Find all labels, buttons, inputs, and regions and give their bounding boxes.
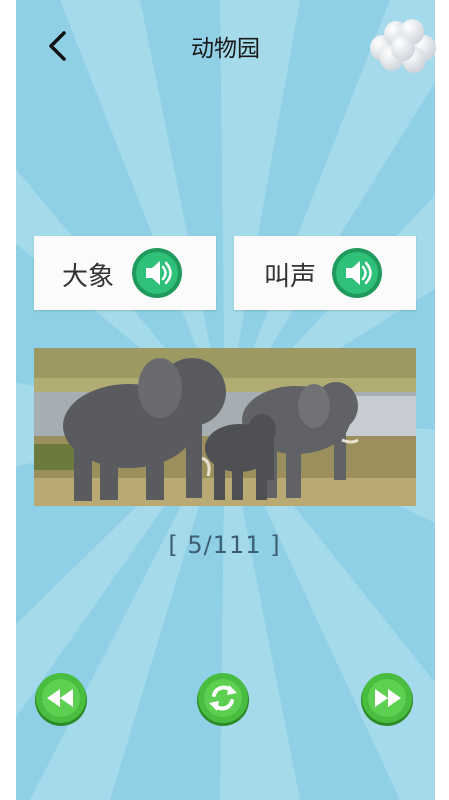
speaker-icon [332, 248, 382, 298]
play-word-button[interactable] [131, 247, 183, 299]
balloon-button[interactable] [368, 12, 438, 78]
speaker-icon [132, 248, 182, 298]
sound-card: 叫声 [234, 236, 416, 310]
top-bar: 动物园 [16, 0, 438, 92]
next-button[interactable] [359, 671, 415, 727]
left-edge [0, 0, 16, 800]
rewind-icon [35, 673, 87, 726]
replay-button[interactable] [195, 671, 251, 727]
word-card: 大象 [34, 236, 216, 310]
replay-icon [197, 673, 249, 726]
balloons-icon [370, 19, 436, 73]
elephant-illustration [34, 348, 416, 506]
sound-label: 叫声 [264, 262, 317, 292]
previous-button[interactable] [33, 671, 89, 727]
page-counter: [ 5/111 ] [168, 531, 281, 559]
fast-forward-icon [361, 673, 413, 726]
zoo-screen: 动物园 大象 叫声 [5/111] [0, 0, 449, 800]
play-sound-button[interactable] [331, 247, 383, 299]
animal-name: 大象 [62, 262, 115, 292]
animal-photo [34, 348, 416, 506]
right-edge [435, 0, 449, 800]
